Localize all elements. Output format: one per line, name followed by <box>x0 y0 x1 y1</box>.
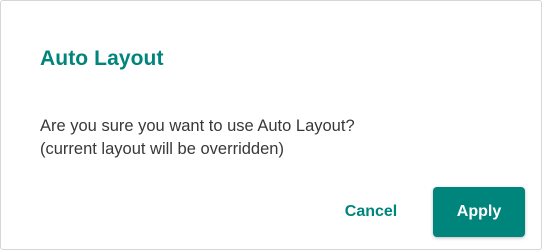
apply-button[interactable]: Apply <box>433 187 525 237</box>
dialog-message-line-1: Are you sure you want to use Auto Layout… <box>40 117 355 135</box>
auto-layout-dialog: Auto Layout Are you sure you want to use… <box>0 0 542 250</box>
dialog-title: Auto Layout <box>40 47 164 70</box>
dialog-message-line-2: (current layout will be overridden) <box>40 140 284 158</box>
dialog-message: Are you sure you want to use Auto Layout… <box>40 115 510 161</box>
cancel-button[interactable]: Cancel <box>327 187 415 237</box>
